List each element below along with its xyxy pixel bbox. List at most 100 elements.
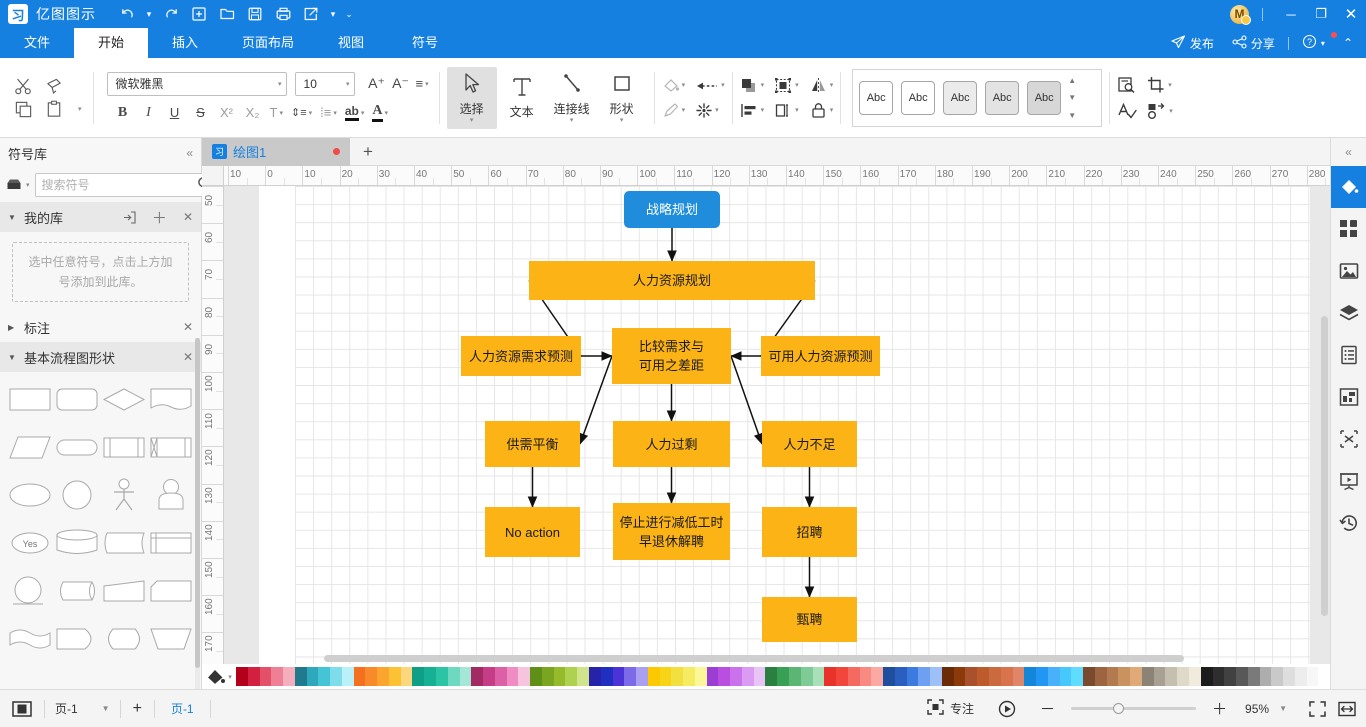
vertical-ruler[interactable]: 5060708090100110120130140150160170: [202, 186, 224, 664]
close-section-icon[interactable]: ✕: [183, 210, 193, 224]
export-caret-icon[interactable]: ▾: [326, 3, 340, 25]
scroll-up-icon[interactable]: ▲: [1068, 76, 1076, 85]
zoom-dropdown-icon[interactable]: ▼: [1269, 704, 1297, 713]
color-swatch[interactable]: [860, 667, 872, 686]
color-swatch[interactable]: [1130, 667, 1142, 686]
color-swatch[interactable]: [283, 667, 295, 686]
color-swatch[interactable]: [1307, 667, 1319, 686]
replace-shape-icon[interactable]: ▾: [1147, 102, 1173, 120]
find-icon[interactable]: [1117, 76, 1137, 94]
zoom-slider[interactable]: [1071, 707, 1196, 710]
rail-image[interactable]: [1331, 250, 1366, 292]
shape-actor[interactable]: [149, 476, 193, 514]
color-swatch[interactable]: [671, 667, 683, 686]
tab-page-layout[interactable]: 页面布局: [222, 28, 314, 58]
color-swatch[interactable]: [577, 667, 589, 686]
close-button[interactable]: ✕: [1336, 0, 1366, 28]
lock-icon[interactable]: ▾: [809, 102, 834, 119]
color-swatch[interactable]: [330, 667, 342, 686]
collapse-right-rail-icon[interactable]: «: [1331, 138, 1366, 166]
color-swatch[interactable]: [624, 667, 636, 686]
tool-connector[interactable]: 连接线 ▾: [547, 67, 597, 129]
color-swatch[interactable]: [377, 667, 389, 686]
text-align-icon[interactable]: ≡▾: [413, 73, 432, 95]
gallery-scroll[interactable]: ▲ ▼ ▼: [1065, 74, 1079, 122]
color-swatch[interactable]: [777, 667, 789, 686]
color-swatch[interactable]: [1295, 667, 1307, 686]
text-effect-button[interactable]: T▾: [267, 102, 286, 124]
horizontal-ruler[interactable]: 1001020304050607080901001101201301401501…: [224, 166, 1330, 186]
shape-alt-process[interactable]: [149, 428, 193, 466]
section-annotations[interactable]: ▶ 标注 ✕: [0, 312, 201, 342]
close-section-icon[interactable]: ✕: [183, 320, 193, 334]
color-swatch[interactable]: [1060, 667, 1072, 686]
color-swatch[interactable]: [836, 667, 848, 686]
help-caret-icon[interactable]: ▾: [1321, 39, 1325, 48]
color-swatch[interactable]: [895, 667, 907, 686]
group-icon[interactable]: ▾: [774, 77, 799, 94]
export-icon[interactable]: [298, 3, 324, 25]
rail-history[interactable]: [1331, 502, 1366, 544]
color-swatch[interactable]: [977, 667, 989, 686]
open-icon[interactable]: [214, 3, 240, 25]
shape-circle[interactable]: [55, 476, 99, 514]
color-swatch[interactable]: [1248, 667, 1260, 686]
zoom-out-button[interactable]: －: [1032, 698, 1063, 719]
color-swatch[interactable]: [824, 667, 836, 686]
redo-icon[interactable]: [158, 3, 184, 25]
flowchart-node[interactable]: 人力过剩: [613, 421, 730, 467]
canvas-horizontal-scrollbar[interactable]: [324, 655, 1184, 662]
rail-notes[interactable]: [1331, 334, 1366, 376]
flowchart-node[interactable]: 招聘: [762, 507, 857, 557]
rail-connect[interactable]: [1331, 418, 1366, 460]
color-swatch[interactable]: [448, 667, 460, 686]
import-library-icon[interactable]: [123, 211, 136, 224]
color-swatch[interactable]: [342, 667, 354, 686]
library-scrollbar[interactable]: [195, 338, 200, 727]
distribute-icon[interactable]: ▾: [774, 102, 799, 119]
avatar[interactable]: M: [1230, 5, 1249, 24]
page-layout-button[interactable]: [0, 690, 44, 727]
flowchart-node[interactable]: 人力资源规划: [529, 261, 815, 300]
color-swatch[interactable]: [1118, 667, 1130, 686]
color-swatch[interactable]: [695, 667, 707, 686]
scroll-down-icon[interactable]: ▼: [1068, 93, 1076, 102]
color-swatch[interactable]: [295, 667, 307, 686]
copy-icon[interactable]: [14, 100, 33, 119]
search-input[interactable]: [42, 178, 197, 192]
focus-mode-button[interactable]: 专注: [915, 690, 986, 727]
flowchart-node[interactable]: 甄聘: [762, 597, 857, 642]
style-swatch[interactable]: Abc: [901, 81, 935, 115]
format-painter-icon[interactable]: [45, 77, 64, 96]
color-swatch[interactable]: [436, 667, 448, 686]
color-swatch[interactable]: [1283, 667, 1295, 686]
color-swatch[interactable]: [424, 667, 436, 686]
shape-document[interactable]: [149, 380, 193, 418]
rail-chart[interactable]: [1331, 376, 1366, 418]
color-swatch[interactable]: [801, 667, 813, 686]
flowchart-node[interactable]: 可用人力资源预测: [761, 336, 880, 376]
color-swatch[interactable]: [1036, 667, 1048, 686]
tab-insert[interactable]: 插入: [148, 28, 222, 58]
tab-file[interactable]: 文件: [0, 28, 74, 58]
drawing-page[interactable]: 战略规划人力资源规划人力资源需求预测比较需求与可用之差距可用人力资源预测供需平衡…: [259, 186, 1310, 664]
shape-internal-storage[interactable]: [149, 524, 193, 562]
undo-caret-icon[interactable]: ▾: [142, 3, 156, 25]
help-button[interactable]: ? ▾: [1293, 34, 1334, 52]
color-swatch[interactable]: [965, 667, 977, 686]
font-color-button[interactable]: A▾: [369, 102, 391, 124]
grow-font-icon[interactable]: A⁺: [365, 73, 389, 95]
superscript-button[interactable]: X²: [215, 102, 239, 124]
color-swatch[interactable]: [1107, 667, 1119, 686]
color-swatch[interactable]: [1201, 667, 1213, 686]
publish-button[interactable]: 发布: [1162, 35, 1223, 52]
color-swatch[interactable]: [1071, 667, 1083, 686]
flowchart-node[interactable]: No action: [485, 507, 580, 557]
color-swatch[interactable]: [765, 667, 777, 686]
canvas-vertical-scrollbar[interactable]: [1321, 316, 1328, 616]
zoom-in-button[interactable]: ＋: [1204, 698, 1235, 719]
italic-button[interactable]: I: [137, 102, 161, 124]
color-swatch[interactable]: [742, 667, 754, 686]
collapse-ribbon-button[interactable]: ⌃: [1334, 36, 1362, 50]
color-swatch[interactable]: [389, 667, 401, 686]
